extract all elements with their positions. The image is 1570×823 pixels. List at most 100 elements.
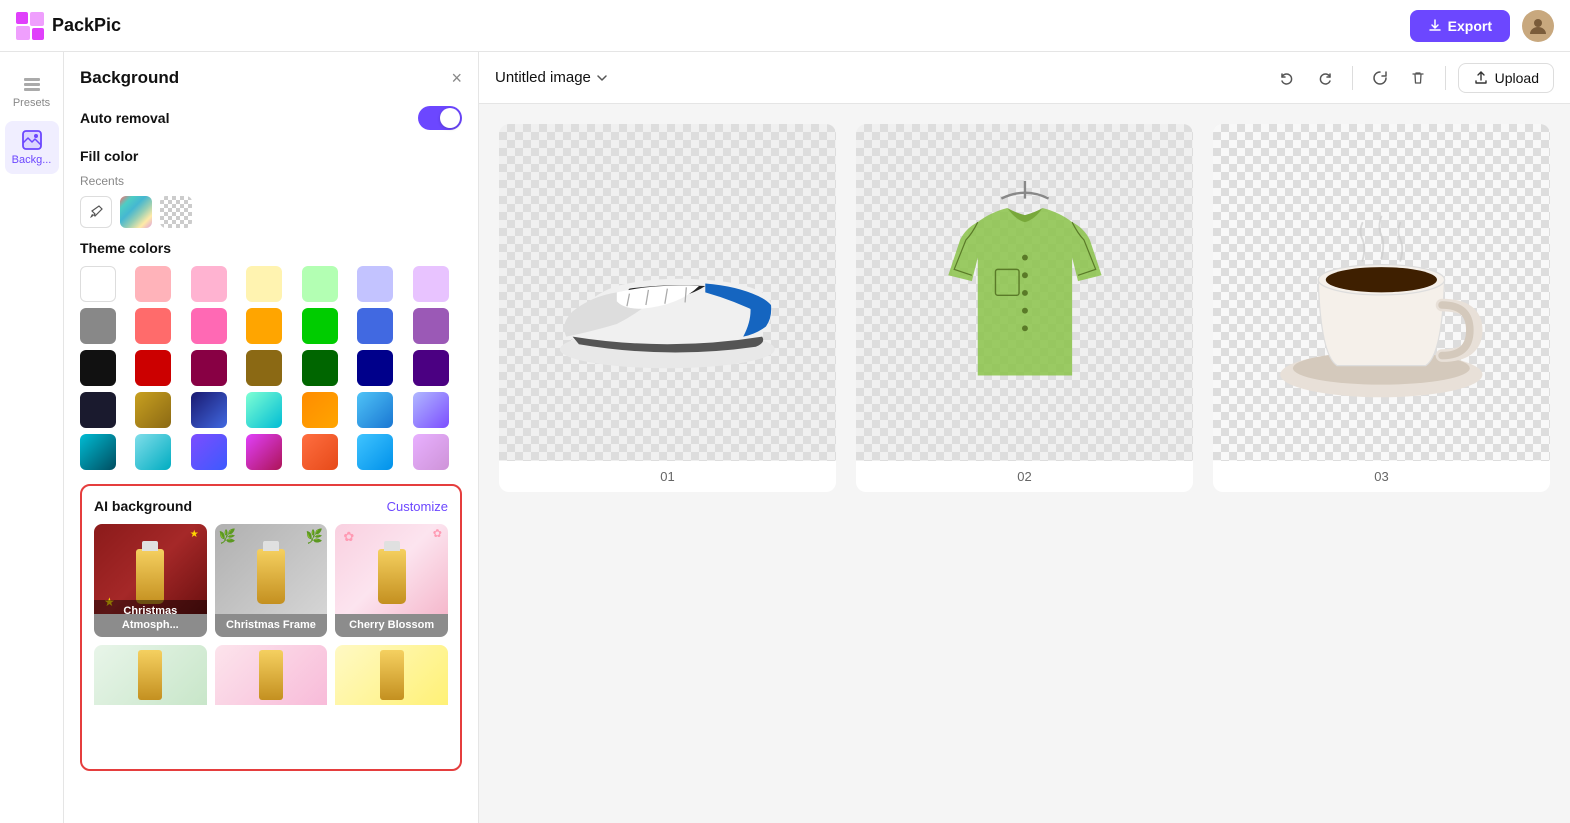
canvas-item-03[interactable]: 03 xyxy=(1213,124,1550,492)
color-green[interactable] xyxy=(302,308,338,344)
color-red-dark[interactable] xyxy=(135,350,171,386)
fill-color-title: Fill color xyxy=(80,148,462,164)
color-gradient-purple[interactable] xyxy=(413,392,449,428)
color-near-black[interactable] xyxy=(80,350,116,386)
upload-button[interactable]: Upload xyxy=(1458,63,1554,93)
theme-colors-grid xyxy=(80,266,462,470)
color-gradient-blue[interactable] xyxy=(357,392,393,428)
canvas-label-01: 01 xyxy=(652,461,682,492)
color-orange[interactable] xyxy=(246,308,282,344)
ai-header: AI background Customize xyxy=(94,498,448,514)
panel-title: Background xyxy=(80,68,179,88)
ai-items-grid: ★ ★ Christmas Atmosph... 🌿 🌿 Christmas F… xyxy=(94,524,448,757)
undo-icon xyxy=(1278,69,1296,87)
theme-colors-title: Theme colors xyxy=(80,240,462,256)
color-hotpink[interactable] xyxy=(191,308,227,344)
canvas-image-02 xyxy=(856,124,1193,461)
color-lavender[interactable] xyxy=(357,266,393,302)
color-gradient-navy[interactable] xyxy=(191,392,227,428)
ai-item-4[interactable] xyxy=(94,645,207,758)
color-pink-mid[interactable] xyxy=(191,266,227,302)
recent-colors-row xyxy=(80,196,462,228)
logo-icon xyxy=(16,12,44,40)
color-navy[interactable] xyxy=(357,350,393,386)
toolbar-divider-2 xyxy=(1445,66,1446,90)
color-purple[interactable] xyxy=(413,308,449,344)
color-white[interactable] xyxy=(80,266,116,302)
color-gradient-orange-red[interactable] xyxy=(302,434,338,470)
color-maroon[interactable] xyxy=(191,350,227,386)
auto-removal-row: Auto removal xyxy=(80,106,462,130)
close-panel-button[interactable]: × xyxy=(451,69,462,87)
color-gradient-violet[interactable] xyxy=(191,434,227,470)
main-layout: Presets Backg... Background × Auto remov… xyxy=(0,52,1570,823)
color-gradient-cyan[interactable] xyxy=(135,434,171,470)
color-gradient-teal[interactable] xyxy=(80,434,116,470)
left-panel: Background × Auto removal Fill color Rec… xyxy=(64,52,479,823)
color-dark-blue[interactable] xyxy=(80,392,116,428)
ai-item-christmas-atm[interactable]: ★ ★ Christmas Atmosph... xyxy=(94,524,207,637)
color-gray[interactable] xyxy=(80,308,116,344)
color-gradient-magenta[interactable] xyxy=(246,434,282,470)
color-green-light[interactable] xyxy=(302,266,338,302)
canvas-image-03 xyxy=(1213,124,1550,461)
transparent-swatch[interactable] xyxy=(160,196,192,228)
color-dark-green[interactable] xyxy=(302,350,338,386)
color-purple-light[interactable] xyxy=(413,266,449,302)
color-indigo[interactable] xyxy=(413,350,449,386)
auto-removal-label: Auto removal xyxy=(80,110,169,126)
gradient-color-swatch[interactable] xyxy=(120,196,152,228)
fill-color-section: Fill color Recents Theme colors xyxy=(80,148,462,470)
customize-button[interactable]: Customize xyxy=(387,499,448,514)
avatar[interactable] xyxy=(1522,10,1554,42)
redo-icon xyxy=(1316,69,1334,87)
sidebar-item-presets[interactable]: Presets xyxy=(5,64,59,117)
canvas-item-02[interactable]: 02 xyxy=(856,124,1193,492)
app-name: PackPic xyxy=(52,15,121,36)
ai-item-6[interactable] xyxy=(335,645,448,758)
ai-item-label-christmas-frame: Christmas Frame xyxy=(215,614,328,636)
auto-removal-toggle[interactable] xyxy=(418,106,462,130)
upload-icon xyxy=(1473,70,1489,86)
logo: PackPic xyxy=(16,12,121,40)
export-button[interactable]: Export xyxy=(1410,10,1510,42)
ai-item-label-christmas-atm: Christmas Atmosph... xyxy=(94,600,207,637)
layers-icon xyxy=(21,72,43,94)
canvas-toolbar: Untitled image xyxy=(479,52,1570,104)
color-gradient-sky[interactable] xyxy=(357,434,393,470)
user-icon xyxy=(1526,14,1550,38)
color-yellow-light[interactable] xyxy=(246,266,282,302)
shirt-svg xyxy=(907,175,1143,411)
trash-icon xyxy=(1410,70,1426,86)
sidebar: Presets Backg... xyxy=(0,52,64,823)
delete-button[interactable] xyxy=(1403,63,1433,93)
chevron-down-icon xyxy=(595,71,609,85)
ai-item-christmas-frame[interactable]: 🌿 🌿 Christmas Frame xyxy=(215,524,328,637)
color-pink-light[interactable] xyxy=(135,266,171,302)
ai-item-cherry-blossom[interactable]: ✿ ✿ Cherry Blossom xyxy=(335,524,448,637)
ai-item-label-cherry-blossom: Cherry Blossom xyxy=(335,614,448,636)
canvas-label-03: 03 xyxy=(1366,461,1396,492)
sidebar-item-background[interactable]: Backg... xyxy=(5,121,59,174)
color-gradient-orange[interactable] xyxy=(302,392,338,428)
canvas-title: Untitled image xyxy=(495,69,609,86)
undo-button[interactable] xyxy=(1272,63,1302,93)
color-gradient-gold[interactable] xyxy=(135,392,171,428)
recents-label: Recents xyxy=(80,174,462,188)
color-gradient-lilac[interactable] xyxy=(413,434,449,470)
color-picker-button[interactable] xyxy=(80,196,112,228)
canvas-item-01[interactable]: 01 xyxy=(499,124,836,492)
canvas-area: Untitled image xyxy=(479,52,1570,823)
ai-item-5[interactable] xyxy=(215,645,328,758)
ai-title: AI background xyxy=(94,498,192,514)
reset-button[interactable] xyxy=(1365,63,1395,93)
color-brown[interactable] xyxy=(246,350,282,386)
color-gradient-aqua[interactable] xyxy=(246,392,282,428)
redo-button[interactable] xyxy=(1310,63,1340,93)
color-blue[interactable] xyxy=(357,308,393,344)
eyedropper-icon xyxy=(88,204,104,220)
ai-background-section: AI background Customize ★ ★ Christmas At… xyxy=(80,484,462,771)
export-icon xyxy=(1428,19,1442,33)
color-red-mid[interactable] xyxy=(135,308,171,344)
panel-header: Background × xyxy=(80,68,462,88)
